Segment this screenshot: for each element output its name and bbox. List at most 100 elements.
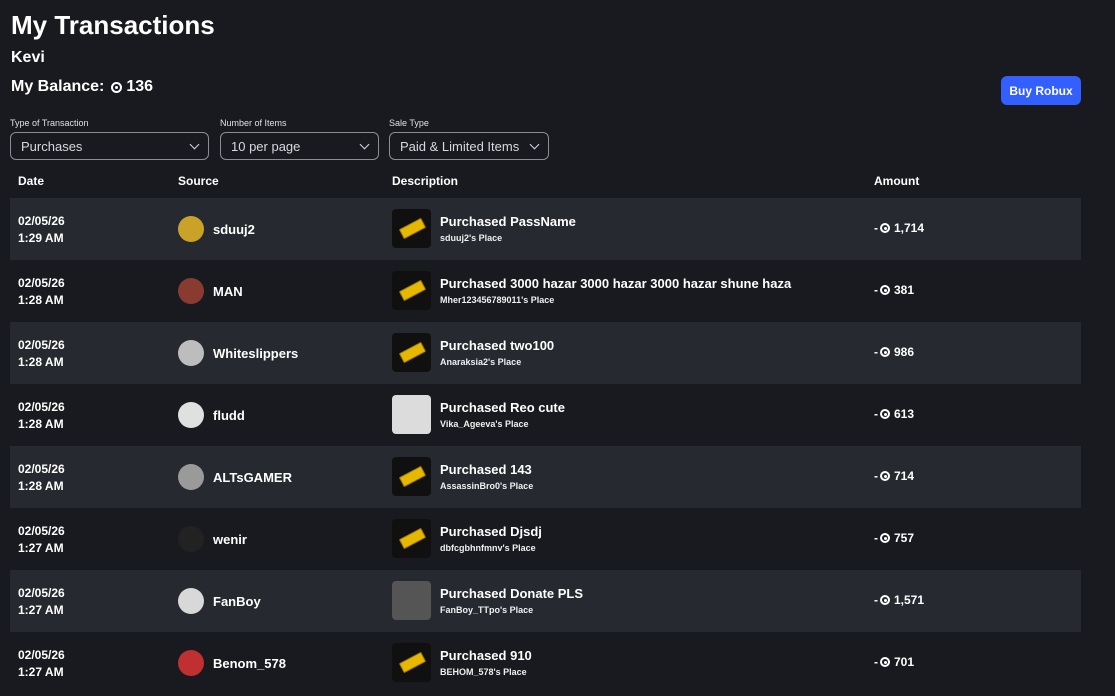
place-link[interactable]: dbfcgbhnfmnv's Place xyxy=(440,543,542,553)
row-source[interactable]: wenir xyxy=(178,526,247,552)
row-amount: - 1,571 xyxy=(874,593,924,607)
table-row: 02/05/26 1:29 AM sduuj2 Purchased PassName s… xyxy=(10,198,1081,260)
source-name[interactable]: sduuj2 xyxy=(213,222,255,237)
amount-value: 701 xyxy=(894,655,915,669)
row-source[interactable]: fludd xyxy=(178,402,245,428)
amount-sign: - xyxy=(874,531,878,545)
row-description: Purchased 910 BEHOM_578's Place xyxy=(392,643,532,682)
filter-label: Sale Type xyxy=(389,118,429,128)
row-description: Purchased Donate PLS FanBoy_TTpo's Place xyxy=(392,581,583,620)
row-amount: - 381 xyxy=(874,283,914,297)
time-text: 1:27 AM xyxy=(18,603,64,617)
avatar[interactable] xyxy=(178,340,204,366)
buy-robux-button[interactable]: Buy Robux xyxy=(1001,76,1081,105)
item-thumbnail[interactable] xyxy=(392,209,431,248)
place-link[interactable]: FanBoy_TTpo's Place xyxy=(440,605,583,615)
row-date: 02/05/26 1:28 AM xyxy=(18,275,65,309)
number-of-items-select[interactable]: 10 per page xyxy=(220,132,379,160)
item-thumbnail[interactable] xyxy=(392,643,431,682)
avatar[interactable] xyxy=(178,526,204,552)
time-text: 1:28 AM xyxy=(18,355,64,369)
amount-sign: - xyxy=(874,593,878,607)
ticket-icon xyxy=(398,279,427,302)
table-row: 02/05/26 1:28 AM ALTsGAMER Purchased 143 Ass… xyxy=(10,446,1081,508)
source-name[interactable]: FanBoy xyxy=(213,594,261,609)
avatar[interactable] xyxy=(178,650,204,676)
row-date: 02/05/26 1:29 AM xyxy=(18,213,65,247)
row-date: 02/05/26 1:27 AM xyxy=(18,523,65,557)
robux-icon xyxy=(880,223,890,233)
table-row: 02/05/26 1:28 AM Whiteslippers Purchased tw… xyxy=(10,322,1081,384)
place-link[interactable]: Vika_Ageeva's Place xyxy=(440,419,565,429)
date-text: 02/05/26 xyxy=(18,586,65,600)
source-name[interactable]: wenir xyxy=(213,532,247,547)
robux-icon xyxy=(880,471,890,481)
sale-type-select[interactable]: Paid & Limited Items xyxy=(389,132,549,160)
source-name[interactable]: ALTsGAMER xyxy=(213,470,292,485)
time-text: 1:28 AM xyxy=(18,417,64,431)
table-row: 02/05/26 1:27 AM FanBoy Purchased Donate PL… xyxy=(10,570,1081,632)
filter-number-of-items: Number of Items 10 per page xyxy=(220,118,379,160)
robux-icon xyxy=(111,81,123,93)
item-thumbnail[interactable] xyxy=(392,271,431,310)
robux-icon xyxy=(880,409,890,419)
transaction-type-select[interactable]: Purchases xyxy=(10,132,209,160)
place-link[interactable]: BEHOM_578's Place xyxy=(440,667,532,677)
avatar[interactable] xyxy=(178,464,204,490)
description-text: Purchased 910 xyxy=(440,648,532,663)
item-thumbnail[interactable] xyxy=(392,333,431,372)
select-value: 10 per page xyxy=(231,138,301,154)
row-amount: - 757 xyxy=(874,531,914,545)
avatar[interactable] xyxy=(178,588,204,614)
avatar[interactable] xyxy=(178,278,204,304)
robux-icon xyxy=(880,533,890,543)
item-thumbnail[interactable] xyxy=(392,519,431,558)
date-text: 02/05/26 xyxy=(18,276,65,290)
date-text: 02/05/26 xyxy=(18,400,65,414)
place-link[interactable]: AssassinBro0's Place xyxy=(440,481,533,491)
balance-value: 136 xyxy=(126,78,154,95)
source-name[interactable]: Benom_578 xyxy=(213,656,286,671)
header-description: Description xyxy=(392,174,459,188)
date-text: 02/05/26 xyxy=(18,338,65,352)
row-description: Purchased PassName sduuj2's Place xyxy=(392,209,576,248)
avatar[interactable] xyxy=(178,402,204,428)
filter-label: Number of Items xyxy=(220,118,287,128)
description-text: Purchased Reo cute xyxy=(440,400,565,415)
row-source[interactable]: ALTsGAMER xyxy=(178,464,292,490)
avatar[interactable] xyxy=(178,216,204,242)
time-text: 1:29 AM xyxy=(18,231,64,245)
description-text: Purchased PassName xyxy=(440,214,576,229)
robux-icon xyxy=(880,657,890,667)
row-source[interactable]: FanBoy xyxy=(178,588,261,614)
table-row: 02/05/26 1:28 AM MAN Purchased 3000 hazar 3… xyxy=(10,260,1081,322)
amount-sign: - xyxy=(874,407,878,421)
place-link[interactable]: Mher123456789011's Place xyxy=(440,295,791,305)
date-text: 02/05/26 xyxy=(18,648,65,662)
item-thumbnail[interactable] xyxy=(392,395,431,434)
source-name[interactable]: fludd xyxy=(213,408,245,423)
ticket-icon xyxy=(398,465,427,488)
row-source[interactable]: Whiteslippers xyxy=(178,340,298,366)
avatar-image xyxy=(392,581,431,620)
header-amount: Amount xyxy=(874,174,920,188)
ticket-icon xyxy=(398,527,427,550)
row-date: 02/05/26 1:28 AM xyxy=(18,337,65,371)
place-link[interactable]: Anaraksia2's Place xyxy=(440,357,554,367)
row-source[interactable]: MAN xyxy=(178,278,243,304)
row-source[interactable]: sduuj2 xyxy=(178,216,255,242)
select-value: Purchases xyxy=(21,138,83,154)
row-amount: - 701 xyxy=(874,655,914,669)
row-date: 02/05/26 1:27 AM xyxy=(18,647,65,681)
date-text: 02/05/26 xyxy=(18,214,65,228)
row-source[interactable]: Benom_578 xyxy=(178,650,286,676)
description-text: Purchased Donate PLS xyxy=(440,586,584,601)
row-amount: - 1,714 xyxy=(874,221,924,235)
item-thumbnail[interactable] xyxy=(392,457,431,496)
item-thumbnail[interactable] xyxy=(392,581,431,620)
place-link[interactable]: sduuj2's Place xyxy=(440,233,576,243)
source-name[interactable]: MAN xyxy=(213,284,243,299)
amount-value: 613 xyxy=(894,407,915,421)
source-name[interactable]: Whiteslippers xyxy=(213,346,298,361)
table-row: 02/05/26 1:27 AM Benom_578 Purchased 910 BEH… xyxy=(10,632,1081,694)
